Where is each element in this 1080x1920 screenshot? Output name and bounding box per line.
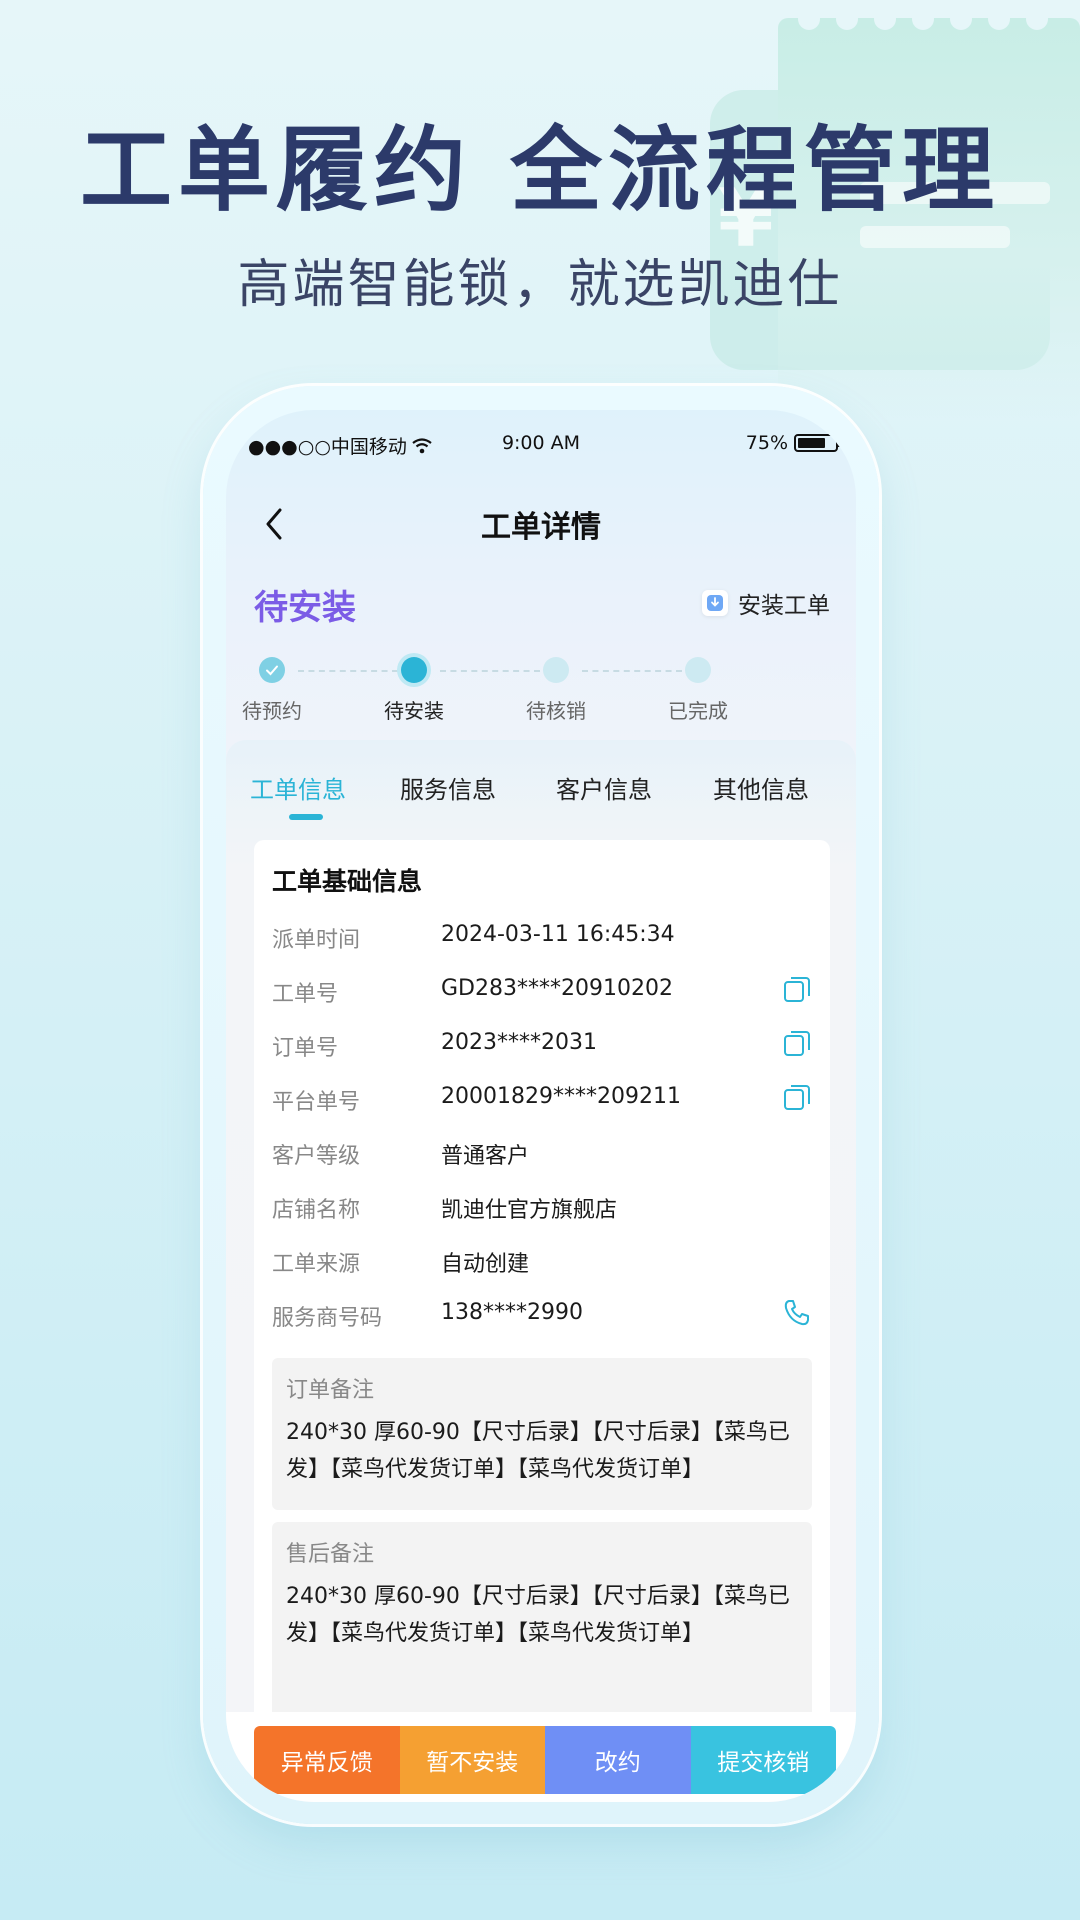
- row-value: GD283****20910202: [441, 976, 673, 1001]
- check-icon: [259, 657, 285, 683]
- tab-other-info[interactable]: 其他信息: [713, 770, 809, 805]
- row-key: 订单号: [272, 1036, 339, 1061]
- copy-icon[interactable]: [782, 974, 812, 1004]
- copy-icon[interactable]: [782, 1028, 812, 1058]
- page-title: 工单详情: [481, 510, 601, 545]
- reschedule-button[interactable]: 改约: [545, 1726, 691, 1794]
- aftersale-note: 售后备注 240*30 厚60-90【尺寸后录】【尺寸后录】【菜鸟已发】【菜鸟代…: [272, 1522, 812, 1740]
- info-row: 平台单号 20001829****209211: [272, 1076, 812, 1120]
- tab-service-info[interactable]: 服务信息: [400, 770, 496, 805]
- info-row: 店铺名称 凯迪仕官方旗舰店: [272, 1184, 812, 1228]
- tab-bar: 工单信息 服务信息 客户信息 其他信息: [226, 754, 856, 824]
- phone-icon[interactable]: [782, 1298, 812, 1328]
- step-item: 待预约: [226, 650, 332, 724]
- info-row: 工单号 GD283****20910202: [272, 968, 812, 1012]
- row-key: 服务商号码: [272, 1306, 383, 1331]
- tab-customer-info[interactable]: 客户信息: [556, 770, 652, 805]
- postpone-install-button[interactable]: 暂不安装: [399, 1726, 545, 1794]
- info-row: 工单来源 自动创建: [272, 1238, 812, 1282]
- row-value: 20001829****209211: [441, 1084, 681, 1109]
- row-key: 客户等级: [272, 1144, 361, 1169]
- note-body: 240*30 厚60-90【尺寸后录】【尺寸后录】【菜鸟已发】【菜鸟代发货订单】…: [286, 1420, 790, 1482]
- order-type-badge: 安装工单: [702, 586, 830, 620]
- info-row: 派单时间 2024-03-11 16:45:34: [272, 914, 812, 958]
- download-box-icon: [702, 590, 728, 616]
- note-body: 240*30 厚60-90【尺寸后录】【尺寸后录】【菜鸟已发】【菜鸟代发货订单】…: [286, 1584, 790, 1646]
- step-item: 已完成: [638, 650, 758, 724]
- step-label: 待预约: [242, 699, 302, 723]
- step-item: 待核销: [496, 650, 616, 724]
- row-key: 派单时间: [272, 928, 361, 953]
- info-row: 订单号 2023****2031: [272, 1022, 812, 1066]
- card-title: 工单基础信息: [272, 867, 423, 896]
- order-note: 订单备注 240*30 厚60-90【尺寸后录】【尺寸后录】【菜鸟已发】【菜鸟代…: [272, 1358, 812, 1510]
- tab-indicator: [289, 814, 323, 820]
- tab-order-info[interactable]: 工单信息: [250, 770, 346, 805]
- row-key: 工单来源: [272, 1252, 361, 1277]
- row-value: 2023****2031: [441, 1030, 597, 1055]
- row-value: 凯迪仕官方旗舰店: [441, 1198, 618, 1223]
- step-label: 待核销: [526, 699, 586, 723]
- battery-percent: 75%: [745, 432, 788, 454]
- step-item: 待安装: [354, 650, 474, 724]
- row-key: 工单号: [272, 982, 339, 1007]
- promo-headline: 工单履约 全流程管理: [79, 117, 1001, 224]
- submit-verify-button[interactable]: 提交核销: [690, 1726, 836, 1794]
- row-value: 普通客户: [441, 1144, 530, 1169]
- battery-icon: [794, 434, 841, 452]
- order-type-label: 安装工单: [738, 593, 830, 619]
- row-value: 自动创建: [441, 1252, 530, 1277]
- info-row: 客户等级 普通客户: [272, 1130, 812, 1174]
- row-key: 平台单号: [272, 1090, 361, 1115]
- status-bar: ●●●○○中国移动 9:00 AM 75%: [226, 432, 856, 468]
- note-title: 订单备注: [286, 1378, 375, 1403]
- exception-feedback-button[interactable]: 异常反馈: [254, 1726, 400, 1794]
- step-dot-active: [401, 657, 427, 683]
- note-title: 售后备注: [286, 1542, 375, 1567]
- step-label: 已完成: [668, 699, 728, 723]
- step-dot: [685, 657, 711, 683]
- order-status-title: 待安装: [254, 588, 356, 628]
- promo-subline: 高端智能锁，就选凯迪仕: [237, 255, 843, 315]
- row-value: 138****2990: [441, 1300, 583, 1325]
- step-dot: [543, 657, 569, 683]
- nav-bar: 工单详情: [226, 492, 856, 552]
- progress-steps: 待预约 待安装 待核销 已完成: [226, 650, 856, 730]
- detail-panel: 工单信息 服务信息 客户信息 其他信息 工单基础信息 派单时间 2024-03-…: [226, 740, 856, 1802]
- copy-icon[interactable]: [782, 1082, 812, 1112]
- step-label: 待安装: [384, 699, 444, 723]
- info-row: 服务商号码 138****2990: [272, 1292, 812, 1336]
- basic-info-card: 工单基础信息 派单时间 2024-03-11 16:45:34 工单号 GD28…: [254, 840, 830, 1740]
- row-key: 店铺名称: [272, 1198, 361, 1223]
- row-value: 2024-03-11 16:45:34: [441, 922, 675, 947]
- action-bar: 异常反馈 暂不安装 改约 提交核销: [226, 1712, 856, 1802]
- phone-screen: ●●●○○中国移动 9:00 AM 75% 工单详情 待安装 安装工单 待预约 …: [226, 410, 856, 1802]
